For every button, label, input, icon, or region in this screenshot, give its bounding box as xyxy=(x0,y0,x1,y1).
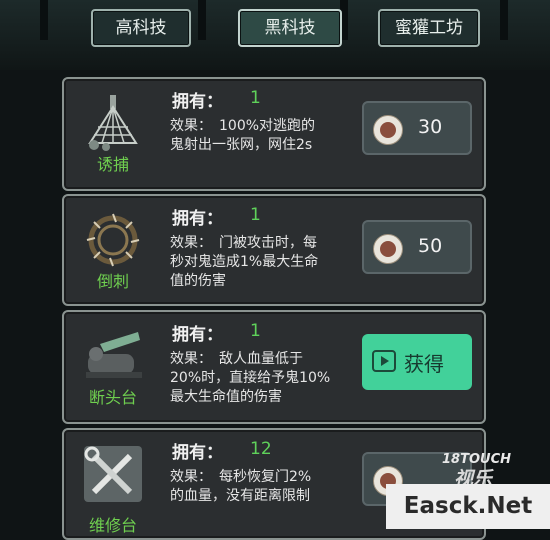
thorns-icon xyxy=(86,213,140,267)
guillotine-icon xyxy=(86,332,142,378)
owned-label: 拥有： xyxy=(172,92,223,112)
owned-label: 拥有： xyxy=(172,209,223,229)
owned-count: 12 xyxy=(250,439,272,459)
item-description: 效果： 每秒恢复门2% 的血量，没有距离限制 xyxy=(170,469,312,504)
item-name: 维修台 xyxy=(88,516,137,535)
item-icon-box: 断头台 xyxy=(74,318,152,410)
repair-tools-icon xyxy=(84,446,142,502)
owned-count: 1 xyxy=(250,205,261,225)
tab-high-tech[interactable]: 高科技 xyxy=(91,9,191,47)
item-name: 诱捕 xyxy=(96,155,129,174)
tab-black-tech[interactable]: 黑科技 xyxy=(238,9,342,47)
get-free-button[interactable]: 获得 xyxy=(362,334,472,390)
video-icon xyxy=(372,350,396,372)
watermark-site: Easck.Net xyxy=(386,484,550,529)
net-icon xyxy=(88,95,138,151)
item-name: 断头台 xyxy=(88,388,137,407)
item-description: 效果： 门被攻击时，每 秒对鬼造成1%最大生命 值的伤害 xyxy=(170,235,319,289)
item-icon-box: 维修台 xyxy=(74,436,152,535)
get-label: 获得 xyxy=(404,352,444,376)
coin-icon xyxy=(373,234,403,264)
item-icon-box: 倒刺 xyxy=(74,202,152,294)
item-icon-box: 诱捕 xyxy=(74,85,152,177)
tab-bar: 高科技 黑科技 蜜獾工坊 xyxy=(0,0,550,70)
item-card-guillotine: 断头台 拥有： 1 效果： 敌人血量低于 20%时，直接给予鬼10% 最大生命值的伤… xyxy=(62,310,486,424)
owned-label: 拥有： xyxy=(172,325,223,345)
buy-button[interactable]: 30 xyxy=(362,101,472,155)
coin-icon xyxy=(373,115,403,145)
item-description: 效果： 敌人血量低于 20%时，直接给予鬼10% 最大生命值的伤害 xyxy=(170,351,331,405)
buy-button[interactable]: 50 xyxy=(362,220,472,274)
price-value: 50 xyxy=(418,235,443,257)
owned-label: 拥有： xyxy=(172,443,223,463)
item-name: 倒刺 xyxy=(96,272,129,291)
owned-count: 1 xyxy=(250,321,261,341)
owned-count: 1 xyxy=(250,88,261,108)
item-card-barbs: 倒刺 拥有： 1 效果： 门被攻击时，每 秒对鬼造成1%最大生命 值的伤害 50 xyxy=(62,194,486,306)
item-card-trap: 诱捕 拥有： 1 效果： 100%对逃跑的 鬼射出一张网，网住2s 30 xyxy=(62,77,486,191)
watermark-logo: 18TOUCH 视乐 xyxy=(442,452,511,490)
item-description: 效果： 100%对逃跑的 鬼射出一张网，网住2s xyxy=(170,118,316,153)
tab-honey-badger-workshop[interactable]: 蜜獾工坊 xyxy=(378,9,480,47)
price-value: 30 xyxy=(418,116,443,138)
